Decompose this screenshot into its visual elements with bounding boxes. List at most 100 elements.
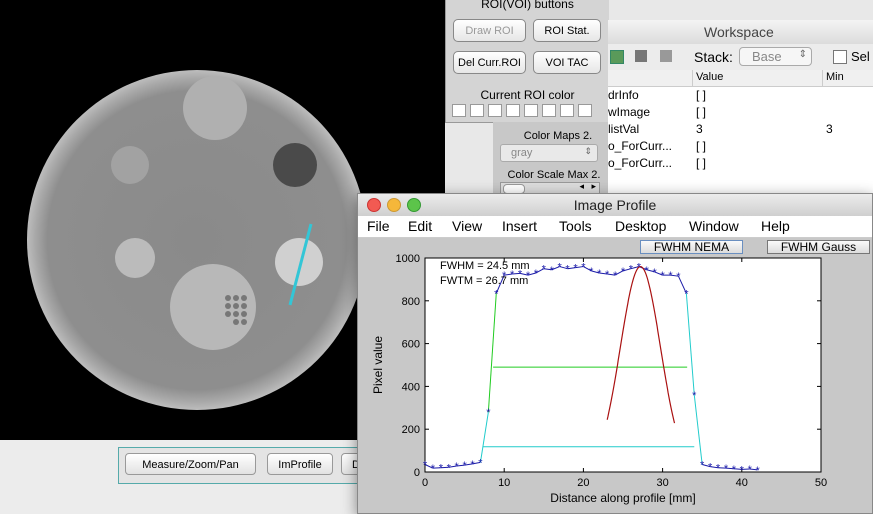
color-map-value: gray [511,147,533,159]
data-point: * [478,457,483,469]
row-name: o_ForCurr... [608,139,673,153]
select-data-icon[interactable] [833,50,847,64]
phantom-insert-small [111,146,149,184]
stack-value: Base [752,49,782,64]
improfile-button[interactable]: ImProfile [267,453,333,475]
color-map-select[interactable]: gray ⇕ [500,144,598,162]
menu-help[interactable]: Help [761,218,790,234]
profile-chart: 0 10 20 30 40 5002004006008001000 * * * * * * * ****… [371,253,827,505]
workspace-row[interactable]: wImage [ ] [608,105,873,122]
data-point: * [755,465,760,477]
workspace-columns: Value Min [608,70,873,87]
menu-insert[interactable]: Insert [502,218,537,234]
roi-color-swatch[interactable] [524,104,538,117]
workspace-row[interactable]: o_ForCurr... [ ] [608,139,873,156]
roi-panel-title: ROI(VOI) buttons [481,0,574,11]
workspace-row[interactable]: drInfo [ ] [608,88,873,105]
data-point: * [637,262,642,274]
roi-color-swatch[interactable] [542,104,556,117]
phantom-insert-dark [273,143,317,187]
del-curr-roi-button[interactable]: Del Curr.ROI [453,51,526,74]
phantom-insert-top [183,76,247,140]
data-point: * [470,459,475,471]
menu-edit[interactable]: Edit [408,218,432,234]
menu-file[interactable]: File [367,218,390,234]
data-point: * [565,264,570,276]
row-value: [ ] [696,139,707,153]
new-variable-icon[interactable] [610,50,624,64]
y-tick-label: 600 [402,339,420,351]
row-min: 3 [826,122,833,136]
data-point: * [486,407,491,419]
phantom-insert-left [115,238,155,278]
select-data-label[interactable]: Sel [851,49,870,64]
roi-color-swatch[interactable] [560,104,574,117]
import-icon[interactable] [635,50,647,62]
stack-select[interactable]: Base ⇕ [739,47,812,66]
stack-label: Stack: [694,49,733,65]
roi-color-swatch[interactable] [470,104,484,117]
data-point: * [573,263,578,275]
data-point: * [724,463,729,475]
data-point: * [700,460,705,472]
data-point: * [653,267,658,279]
row-name: listVal [608,122,640,136]
menu-desktop[interactable]: Desktop [615,218,666,234]
row-name: drInfo [608,88,639,102]
row-value: 3 [696,122,703,136]
y-tick-label: 1000 [396,253,420,265]
column-min[interactable]: Min [826,71,844,83]
workspace-row[interactable]: listVal 3 3 [608,122,873,139]
workspace-title: Workspace [704,24,774,40]
voi-tac-button[interactable]: VOI TAC [533,51,601,74]
draw-roi-button[interactable]: Draw ROI [453,19,526,42]
profile-titlebar[interactable]: Image Profile [358,194,872,217]
data-point: * [621,266,626,278]
row-name: wImage [608,105,651,119]
profile-menubar: File Edit View Insert Tools Desktop Wind… [358,216,872,238]
data-point: * [439,463,444,475]
measure-zoom-pan-button[interactable]: Measure/Zoom/Pan [125,453,256,475]
row-name: o_ForCurr... [608,156,673,170]
roi-panel: ROI(VOI) buttons Draw ROI ROI Stat. Del … [445,0,609,123]
data-point: * [692,390,697,402]
row-value: [ ] [696,156,707,170]
data-point: * [748,464,753,476]
data-point: * [676,271,681,283]
data-point: * [668,270,673,282]
column-divider [692,70,693,86]
data-point: * [462,460,467,472]
row-value: [ ] [696,105,707,119]
roi-color-swatch[interactable] [506,104,520,117]
arrow-right-icon[interactable]: ▸ [591,181,596,192]
menu-view[interactable]: View [452,218,482,234]
y-tick-label: 0 [414,467,420,479]
arrow-left-icon[interactable]: ◂ [579,181,584,192]
phantom-insert-bright [275,238,323,286]
color-scale-title: Color Scale Max 2. [507,169,601,181]
data-point: * [629,264,634,276]
column-value[interactable]: Value [696,71,723,83]
x-tick-label: 20 [577,477,589,489]
workspace-toolbar: Stack: Base ⇕ Sel [608,44,873,71]
data-point: * [581,262,586,274]
row-value: [ ] [696,88,707,102]
menu-tools[interactable]: Tools [559,218,592,234]
menu-window[interactable]: Window [689,218,739,234]
y-tick-label: 200 [402,424,420,436]
data-point: * [589,266,594,278]
x-axis-label: Distance along profile [mm] [550,491,695,505]
color-maps-panel: Color Maps 2. gray ⇕ Color Scale Max 2. … [493,122,608,198]
roi-color-title: Current ROI color [480,88,575,102]
roi-stat-button[interactable]: ROI Stat. [533,19,601,42]
roi-color-swatch[interactable] [578,104,592,117]
workspace-row[interactable]: o_ForCurr... [ ] [608,156,873,173]
data-point: * [660,270,665,282]
y-tick-label: 400 [402,381,420,393]
y-tick-label: 800 [402,296,420,308]
save-icon[interactable] [660,50,672,62]
roi-color-swatch[interactable] [488,104,502,117]
roi-color-swatch[interactable] [452,104,466,117]
chevron-updown-icon: ⇕ [584,146,592,156]
data-point: * [550,265,555,277]
